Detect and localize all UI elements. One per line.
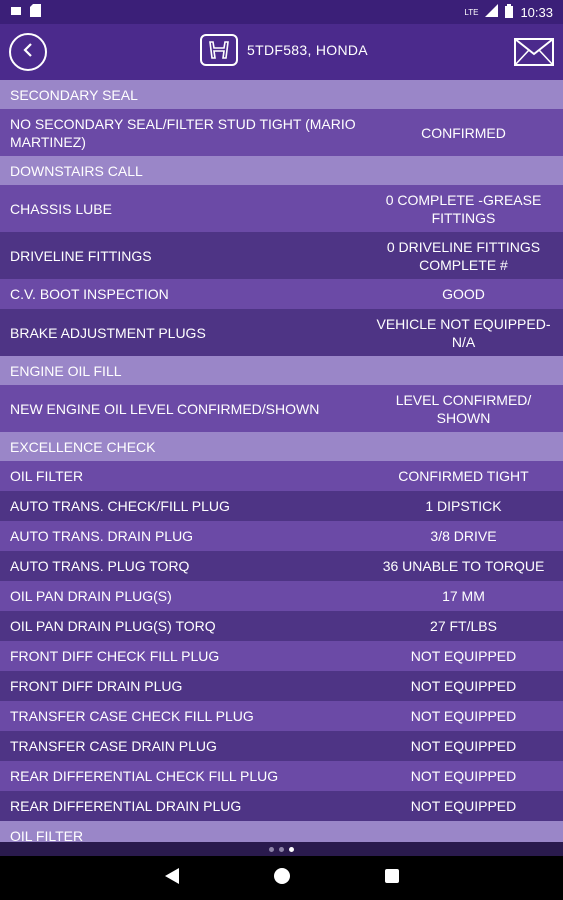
- list-item[interactable]: CHASSIS LUBE 0 COMPLETE -GREASE FITTINGS: [0, 185, 563, 232]
- section-label: ENGINE OIL FILL: [10, 362, 122, 379]
- item-label: FRONT DIFF DRAIN PLUG: [10, 678, 183, 694]
- item-value: NOT EQUIPPED: [410, 738, 517, 754]
- honda-logo-icon: [200, 34, 238, 66]
- section-header: DOWNSTAIRS CALL: [0, 156, 563, 185]
- item-value: 36 UNABLE TO TORQUE: [382, 558, 545, 574]
- list-item[interactable]: BRAKE ADJUSTMENT PLUGS VEHICLE NOT EQUIPP…: [0, 309, 563, 356]
- section-header: SECONDARY SEAL: [0, 80, 563, 109]
- system-nav-bar: [0, 856, 563, 900]
- item-value: VEHICLE NOT EQUIPPED-N/A: [376, 315, 551, 350]
- list-item[interactable]: NO SECONDARY SEAL/FILTER STUD TIGHT (MAR…: [0, 109, 563, 156]
- battery-icon: [505, 3, 514, 21]
- item-label: TRANSFER CASE CHECK FILL PLUG: [10, 708, 254, 724]
- list-item[interactable]: OIL PAN DRAIN PLUG(S) 17 MM: [0, 581, 563, 611]
- item-label: C.V. BOOT INSPECTION: [10, 286, 169, 302]
- list-item[interactable]: OIL FILTER CONFIRMED TIGHT: [0, 461, 563, 491]
- item-value: CONFIRMED: [421, 124, 506, 141]
- mail-icon: [514, 38, 554, 70]
- item-label: OIL FILTER: [10, 468, 84, 484]
- nav-recents-icon[interactable]: [384, 868, 399, 888]
- signal-icon: [485, 4, 499, 20]
- list-item[interactable]: FRONT DIFF CHECK FILL PLUG NOT EQUIPPED: [0, 641, 563, 671]
- item-label: REAR DIFFERENTIAL CHECK FILL PLUG: [10, 768, 279, 784]
- nav-home-icon[interactable]: [273, 867, 290, 889]
- item-value: NOT EQUIPPED: [410, 768, 517, 784]
- status-bar: LTE 10:33: [0, 0, 563, 24]
- section-header: ENGINE OIL FILL: [0, 356, 563, 385]
- nav-back-icon[interactable]: [164, 867, 179, 889]
- inspection-list[interactable]: SECONDARY SEAL NO SECONDARY SEAL/FILTER S…: [0, 80, 563, 842]
- item-value: 0 DRIVELINE FITTINGS COMPLETE #: [386, 238, 541, 273]
- item-value: CONFIRMED TIGHT: [398, 468, 529, 484]
- item-value: 0 COMPLETE -GREASE FITTINGS: [385, 191, 542, 226]
- page-indicator: [0, 842, 563, 856]
- list-item[interactable]: DRIVELINE FITTINGS 0 DRIVELINE FITTINGS C…: [0, 232, 563, 279]
- page-title: 5TDF583, HONDA: [247, 42, 368, 58]
- sd-card-icon: [30, 4, 41, 20]
- mail-button[interactable]: [514, 38, 554, 66]
- pager-dot[interactable]: [279, 846, 284, 852]
- section-header: EXCELLENCE CHECK: [0, 432, 563, 461]
- item-value: NOT EQUIPPED: [410, 648, 517, 664]
- item-label: CHASSIS LUBE: [10, 200, 112, 217]
- list-item[interactable]: FRONT DIFF DRAIN PLUG NOT EQUIPPED: [0, 671, 563, 701]
- notification-icon: [10, 5, 22, 20]
- item-label: AUTO TRANS. CHECK/FILL PLUG: [10, 498, 230, 514]
- list-item[interactable]: OIL PAN DRAIN PLUG(S) TORQ 27 FT/LBS: [0, 611, 563, 641]
- item-label: NO SECONDARY SEAL/FILTER STUD TIGHT (MAR…: [10, 115, 356, 150]
- item-value: GOOD: [442, 286, 485, 302]
- list-item[interactable]: NEW ENGINE OIL LEVEL CONFIRMED/SHOWN LEVE…: [0, 385, 563, 432]
- status-time: 10:33: [520, 4, 553, 20]
- list-item[interactable]: AUTO TRANS. DRAIN PLUG 3/8 DRIVE: [0, 521, 563, 551]
- list-item[interactable]: REAR DIFFERENTIAL DRAIN PLUG NOT EQUIPPED: [0, 791, 563, 821]
- item-value: 17 MM: [442, 588, 485, 604]
- list-item[interactable]: AUTO TRANS. CHECK/FILL PLUG 1 DIPSTICK: [0, 491, 563, 521]
- section-label: OIL FILTER: [10, 827, 84, 843]
- item-label: DRIVELINE FITTINGS: [10, 247, 152, 264]
- pager-dot[interactable]: [289, 846, 294, 852]
- back-button[interactable]: [9, 33, 47, 71]
- item-value: NOT EQUIPPED: [410, 678, 517, 694]
- list-item[interactable]: C.V. BOOT INSPECTION GOOD: [0, 279, 563, 309]
- item-value: LEVEL CONFIRMED/ SHOWN: [395, 391, 532, 426]
- app-bar: 5TDF583, HONDA: [0, 24, 563, 80]
- item-value: NOT EQUIPPED: [410, 708, 517, 724]
- list-item[interactable]: REAR DIFFERENTIAL CHECK FILL PLUG NOT EQU…: [0, 761, 563, 791]
- item-label: NEW ENGINE OIL LEVEL CONFIRMED/SHOWN: [10, 400, 320, 417]
- list-item[interactable]: TRANSFER CASE CHECK FILL PLUG NOT EQUIPPE…: [0, 701, 563, 731]
- item-value: 1 DIPSTICK: [425, 498, 502, 514]
- list-item[interactable]: AUTO TRANS. PLUG TORQ 36 UNABLE TO TORQUE: [0, 551, 563, 581]
- item-label: OIL PAN DRAIN PLUG(S) TORQ: [10, 618, 216, 634]
- item-label: REAR DIFFERENTIAL DRAIN PLUG: [10, 798, 242, 814]
- item-label: BRAKE ADJUSTMENT PLUGS: [10, 324, 206, 341]
- back-arrow-icon: [20, 42, 36, 63]
- item-label: TRANSFER CASE DRAIN PLUG: [10, 738, 217, 754]
- item-label: AUTO TRANS. DRAIN PLUG: [10, 528, 194, 544]
- item-label: FRONT DIFF CHECK FILL PLUG: [10, 648, 220, 664]
- section-header: OIL FILTER: [0, 821, 563, 842]
- item-value: 3/8 DRIVE: [430, 528, 497, 544]
- section-label: EXCELLENCE CHECK: [10, 438, 156, 455]
- section-label: SECONDARY SEAL: [10, 86, 138, 103]
- item-value: 27 FT/LBS: [430, 618, 497, 634]
- section-label: DOWNSTAIRS CALL: [10, 162, 143, 179]
- pager-dot[interactable]: [269, 846, 274, 852]
- item-value: NOT EQUIPPED: [410, 798, 517, 814]
- item-label: AUTO TRANS. PLUG TORQ: [10, 558, 190, 574]
- lte-label: LTE: [464, 7, 479, 17]
- item-label: OIL PAN DRAIN PLUG(S): [10, 588, 172, 604]
- list-item[interactable]: TRANSFER CASE DRAIN PLUG NOT EQUIPPED: [0, 731, 563, 761]
